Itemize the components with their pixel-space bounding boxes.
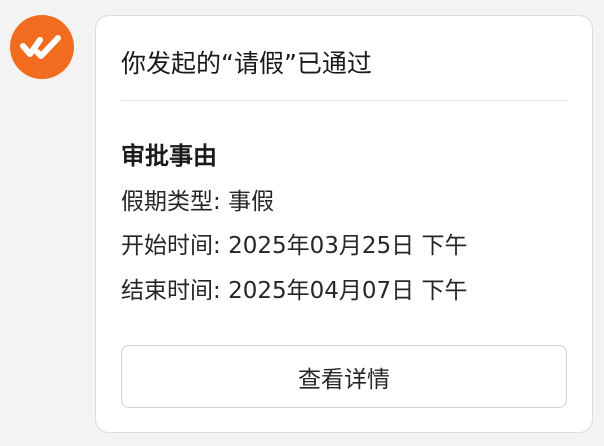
divider — [121, 100, 567, 101]
app-avatar[interactable] — [10, 15, 74, 79]
start-time-value: 2025年03月25日 下午 — [228, 233, 468, 259]
leave-type-row: 假期类型: 事假 — [121, 185, 274, 219]
end-time-label: 结束时间: — [121, 278, 221, 304]
leave-type-value: 事假 — [228, 189, 275, 215]
section-heading: 审批事由 — [121, 142, 217, 170]
view-details-button[interactable]: 查看详情 — [121, 345, 567, 408]
end-time-row: 结束时间: 2025年04月07日 下午 — [121, 274, 467, 308]
end-time-value: 2025年04月07日 下午 — [228, 278, 468, 304]
approval-message-card: 你发起的“请假”已通过 审批事由 假期类型: 事假 开始时间: 2025年03月… — [95, 15, 593, 433]
check-double-icon — [20, 35, 61, 59]
start-time-row: 开始时间: 2025年03月25日 下午 — [121, 229, 467, 263]
start-time-label: 开始时间: — [121, 233, 221, 259]
card-title: 你发起的“请假”已通过 — [121, 49, 372, 78]
leave-type-label: 假期类型: — [121, 189, 221, 215]
